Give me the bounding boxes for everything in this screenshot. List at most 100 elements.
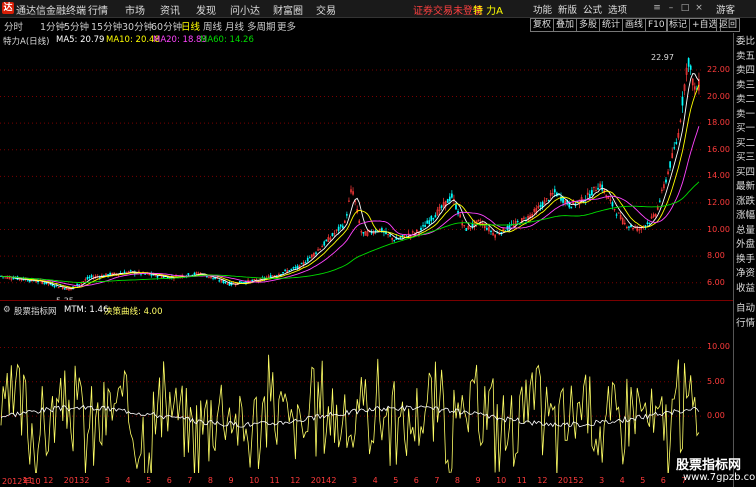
candle-body <box>553 189 556 193</box>
menu-item-assistant[interactable]: 问小达 <box>230 2 260 17</box>
menu-item-guest[interactable]: 游客 <box>716 2 735 16</box>
ma60-line <box>0 181 700 283</box>
candle-body <box>424 225 426 228</box>
candle-body <box>665 179 667 183</box>
candle-body <box>681 96 684 106</box>
indicator-chart[interactable] <box>0 318 703 473</box>
price-tick-label: 12.00 <box>707 197 730 207</box>
candle-body <box>129 270 132 272</box>
candle-body <box>341 225 344 228</box>
side-panel-item[interactable]: 卖二 <box>736 94 755 105</box>
ma5-label: MA5: 20.79 <box>56 35 105 45</box>
period-5min[interactable]: 5分钟 <box>64 19 89 33</box>
price-chart[interactable]: 22.975.35 <box>0 46 703 300</box>
candle-body <box>43 282 46 284</box>
side-panel-item[interactable]: 买三 <box>736 152 755 163</box>
time-tick-label: 4 <box>125 476 131 485</box>
candle-body <box>490 230 492 233</box>
candle-body <box>628 226 630 228</box>
time-tick-label: 6 <box>166 476 172 485</box>
period-intraday[interactable]: 分时 <box>4 19 23 33</box>
candle-body <box>597 187 599 190</box>
candle-body <box>422 225 424 227</box>
side-panel-item[interactable]: 自动 <box>736 303 755 314</box>
side-panel-item[interactable]: 委比 <box>736 36 755 47</box>
candle-body <box>315 252 317 254</box>
candle-body <box>218 280 221 282</box>
period-daily[interactable]: 日线 <box>181 19 200 33</box>
period-15min[interactable]: 15分钟 <box>91 19 122 33</box>
candle-body <box>615 214 618 216</box>
candle-body <box>300 263 303 265</box>
candle-body <box>646 222 649 224</box>
minimize-icon[interactable]: – <box>666 3 676 13</box>
candle-body <box>434 215 437 218</box>
side-panel-item[interactable]: 收益 <box>736 283 755 294</box>
candle-body <box>675 142 678 144</box>
side-panel-item[interactable]: 行情 <box>736 318 755 329</box>
side-panel-item[interactable]: 换手 <box>736 254 755 265</box>
candle-body <box>222 280 225 283</box>
side-panel-item[interactable]: 涨幅 <box>736 210 755 221</box>
candle-body <box>292 267 295 269</box>
candle-body <box>648 222 651 224</box>
menu-icon[interactable]: ≡ <box>652 3 662 13</box>
close-icon[interactable]: × <box>694 3 704 13</box>
period-more[interactable]: 更多 <box>277 19 296 33</box>
menu-item-quotes[interactable]: 行情 <box>88 2 108 17</box>
menu-bar: 达 通达信金融终端 行情 市场 资讯 发现 问小达 财富圈 交易 证券交易未登录… <box>0 0 756 18</box>
time-tick-label: 5 <box>640 476 646 485</box>
side-panel-item[interactable]: 买二 <box>736 138 755 149</box>
time-tick-label: 2015 <box>557 476 579 485</box>
side-panel-item[interactable]: 外盘 <box>736 239 755 250</box>
side-panel-item[interactable]: 涨跌 <box>736 196 755 207</box>
side-panel-item[interactable]: 卖五 <box>736 51 755 62</box>
menu-item-discover[interactable]: 发现 <box>196 2 216 17</box>
stats-button[interactable]: 统计 <box>599 18 624 32</box>
period-multi[interactable]: 多周期 <box>247 19 276 33</box>
draw-button[interactable]: 画线 <box>622 18 647 32</box>
adjust-button[interactable]: 复权 <box>530 18 555 32</box>
side-panel-item[interactable]: 净资 <box>736 268 755 279</box>
side-panel-item[interactable]: 总量 <box>736 225 755 236</box>
side-panel-item[interactable]: 最新 <box>736 181 755 192</box>
candle-body <box>547 199 550 202</box>
candle-body <box>187 273 190 276</box>
f10-button[interactable]: F10 <box>645 18 668 32</box>
period-weekly[interactable]: 周线 <box>203 19 222 33</box>
mark-button[interactable]: 标记 <box>666 18 691 32</box>
side-panel-item[interactable]: 买一 <box>736 123 755 134</box>
period-1min[interactable]: 1分钟 <box>40 19 65 33</box>
indicator-gear-icon[interactable]: ⚙ <box>3 305 11 315</box>
overlay-button[interactable]: 叠加 <box>553 18 578 32</box>
menu-item-options[interactable]: 选项 <box>608 2 627 16</box>
candle-body <box>562 197 564 203</box>
menu-item-function[interactable]: 功能 <box>533 2 552 16</box>
side-panel-item[interactable]: 卖一 <box>736 109 755 120</box>
menu-item-market[interactable]: 市场 <box>125 2 145 17</box>
period-monthly[interactable]: 月线 <box>225 19 244 33</box>
period-bar: 分时 1分钟 5分钟 15分钟 30分钟 60分钟 日线 周线 月线 多周期 更… <box>0 18 530 33</box>
side-panel-item[interactable]: 卖四 <box>736 65 755 76</box>
candle-body <box>669 161 671 168</box>
price-annotation: 22.97 <box>651 53 674 62</box>
multi-stock-button[interactable]: 多股 <box>576 18 601 32</box>
candle-body <box>591 190 593 196</box>
time-tick-label: 2014 <box>310 476 332 485</box>
menu-item-trade[interactable]: 交易 <box>316 2 336 17</box>
indicator-tick-label: 10.00 <box>707 342 730 352</box>
period-60min[interactable]: 60分钟 <box>151 19 182 33</box>
menu-item-newversion[interactable]: 新版 <box>558 2 577 16</box>
side-panel-item[interactable]: 卖三 <box>736 80 755 91</box>
time-tick-label: 4 <box>372 476 378 485</box>
menu-item-formula[interactable]: 公式 <box>583 2 602 16</box>
maximize-icon[interactable]: □ <box>680 3 690 13</box>
menu-item-wealth[interactable]: 财富圈 <box>273 2 303 17</box>
back-button[interactable]: 返回 <box>716 18 741 32</box>
side-panel-item[interactable]: 买四 <box>736 167 755 178</box>
candle-body <box>290 268 293 270</box>
menu-item-news[interactable]: 资讯 <box>160 2 180 17</box>
candle-body <box>337 226 340 231</box>
period-30min[interactable]: 30分钟 <box>122 19 153 33</box>
candle-body <box>658 200 661 202</box>
